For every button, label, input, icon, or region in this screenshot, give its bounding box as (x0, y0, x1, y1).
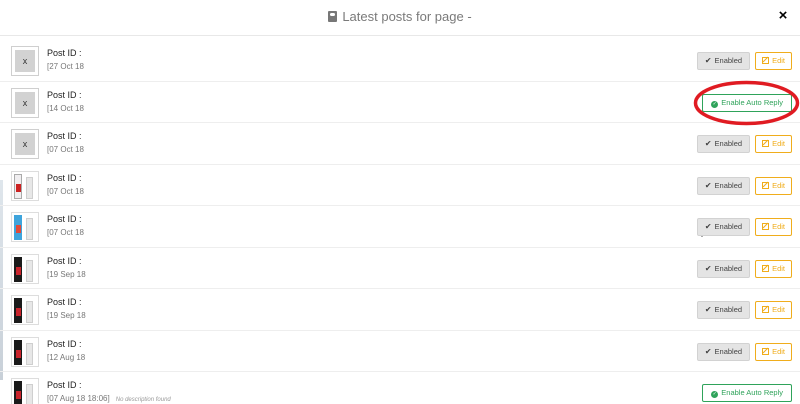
post-thumbnail (11, 378, 39, 404)
post-date: [07 Oct 18 (47, 145, 84, 154)
edit-button[interactable]: Edit (755, 135, 792, 153)
post-date: [07 Aug 18 18:06] (47, 394, 110, 403)
post-id-label: Post ID : (47, 172, 82, 183)
post-id-label: Post ID : (47, 214, 82, 224)
post-thumbnail (11, 336, 39, 367)
post-row: x Post ID : [27 Oct 18 ✔ Enabled Edit (0, 40, 800, 82)
modal-header: Latest posts for page - × (0, 0, 800, 36)
check-circle-icon: ✓ (711, 100, 719, 108)
close-icon: × (778, 7, 788, 24)
edit-button[interactable]: Edit (755, 218, 792, 236)
edit-label: Edit (772, 263, 785, 273)
enabled-label: Enabled (714, 263, 743, 273)
post-row: x Post ID : [14 Oct 18 ✓ Enable Auto Reply (0, 82, 800, 123)
edit-button[interactable]: Edit (755, 176, 792, 195)
post-date: [12 Aug 18 (47, 352, 86, 362)
placeholder-image: x (15, 133, 35, 155)
post-list: x Post ID : [27 Oct 18 ✔ Enabled Edit x Pos… (0, 40, 800, 404)
edit-button[interactable]: Edit (755, 342, 792, 361)
post-row: x Post ID : [07 Oct 18 ✔ Enabled Edit (0, 123, 800, 165)
post-row: Post ID : [12 Aug 18 ✔ Enabled Edit (0, 331, 800, 372)
edit-icon (762, 57, 770, 64)
post-date: [07 Oct 18 (47, 228, 84, 237)
edit-label: Edit (772, 56, 785, 65)
enable-auto-reply-button[interactable]: ✓ Enable Auto Reply (702, 93, 792, 112)
placeholder-image: x (15, 91, 35, 114)
check-circle-icon: ✓ (711, 391, 719, 398)
check-icon: ✔ (704, 305, 712, 314)
post-id-label: Post ID : (47, 48, 82, 58)
post-row: Post ID : [19 Sep 18 ✔ Enabled Edit (0, 289, 800, 331)
auto-reply-label: Enable Auto Reply (721, 388, 783, 397)
edit-icon (762, 347, 770, 355)
edit-button[interactable]: Edit (755, 259, 792, 278)
check-icon: ✔ (704, 180, 712, 190)
post-thumbnail: x (11, 46, 39, 76)
edit-label: Edit (772, 305, 785, 314)
post-description: No description found (115, 397, 171, 403)
post-thumbnail (11, 170, 39, 201)
modal-title: Latest posts for page - (0, 9, 800, 24)
auto-reply-label: Enable Auto Reply (721, 97, 783, 107)
edit-icon (762, 264, 770, 272)
post-thumbnail (11, 295, 39, 325)
edit-icon (762, 306, 770, 313)
post-id-label: Post ID : (47, 131, 82, 141)
check-icon: ✔ (704, 222, 712, 231)
post-date: [27 Oct 18 (47, 62, 84, 71)
edit-button[interactable]: Edit (755, 52, 792, 70)
edit-label: Edit (772, 180, 785, 190)
edit-button[interactable]: Edit (755, 301, 792, 319)
edit-icon (762, 223, 770, 230)
edit-label: Edit (772, 222, 785, 231)
post-date: [19 Sep 18 (47, 269, 86, 279)
check-icon: ✔ (704, 139, 712, 148)
post-thumbnail (11, 253, 39, 284)
post-id-label: Post ID : (47, 338, 82, 349)
post-row: Post ID : [07 Oct 18 ✔ Enabled Edit (0, 165, 800, 206)
post-row: Post ID : [07 Aug 18 18:06] No description… (0, 372, 800, 404)
enabled-label: Enabled (714, 222, 743, 231)
enabled-label: Enabled (714, 139, 743, 148)
enabled-button[interactable]: ✔ Enabled (696, 135, 751, 153)
enable-auto-reply-button[interactable]: ✓ Enable Auto Reply (702, 384, 792, 402)
enabled-button[interactable]: ✔ Enabled (696, 218, 751, 236)
post-date: [07 Oct 18 (47, 186, 84, 196)
post-thumbnail: x (11, 129, 39, 159)
post-id-label: Post ID : (47, 89, 82, 100)
edit-icon (762, 140, 770, 147)
edit-label: Edit (772, 139, 785, 148)
post-id-label: Post ID : (47, 255, 82, 266)
edit-icon (762, 181, 770, 189)
placeholder-image: x (15, 50, 35, 72)
enabled-button[interactable]: ✔ Enabled (696, 176, 751, 195)
stray-mark (701, 236, 703, 237)
check-icon: ✔ (704, 56, 712, 65)
post-id-label: Post ID : (47, 380, 82, 390)
check-icon: ✔ (704, 346, 712, 356)
enabled-label: Enabled (714, 305, 743, 314)
post-thumbnail: x (11, 87, 39, 118)
enabled-label: Enabled (714, 180, 743, 190)
post-thumbnail (11, 212, 39, 242)
enabled-button[interactable]: ✔ Enabled (696, 52, 751, 70)
check-icon: ✔ (704, 263, 712, 273)
enabled-button[interactable]: ✔ Enabled (696, 342, 751, 361)
user-icon (328, 11, 338, 22)
enabled-button[interactable]: ✔ Enabled (696, 301, 751, 319)
modal-title-text: Latest posts for page - (342, 9, 472, 24)
post-row: Post ID : [19 Sep 18 ✔ Enabled Edit (0, 248, 800, 289)
post-date: [14 Oct 18 (47, 103, 84, 113)
enabled-button[interactable]: ✔ Enabled (696, 259, 751, 278)
edit-label: Edit (772, 346, 785, 356)
close-button[interactable]: × (776, 8, 790, 24)
post-row: Post ID : [07 Oct 18 ✔ Enabled Edit (0, 206, 800, 248)
enabled-label: Enabled (714, 56, 743, 65)
post-id-label: Post ID : (47, 297, 82, 307)
post-date: [19 Sep 18 (47, 311, 86, 320)
enabled-label: Enabled (714, 346, 743, 356)
